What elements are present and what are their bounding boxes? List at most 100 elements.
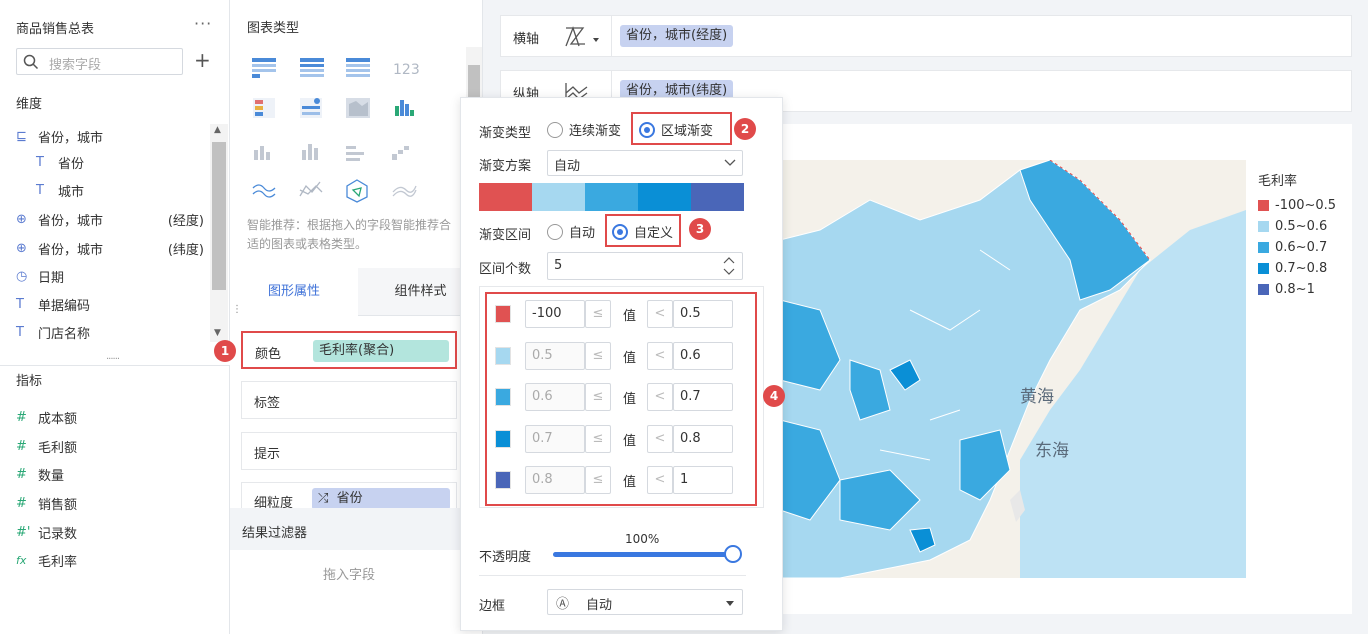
legend-item[interactable]: 0.8~1 <box>1258 279 1336 300</box>
dim-item-latitude[interactable]: ⊕ 省份，城市 (纬度) <box>16 234 210 262</box>
range-row: -100 ≤ 值 < 0.5 <box>495 300 743 342</box>
legend-item[interactable]: 0.5~0.6 <box>1258 216 1336 237</box>
legend-item[interactable]: 0.7~0.8 <box>1258 258 1336 279</box>
color-property[interactable]: 颜色 毛利率(聚合) <box>241 331 457 369</box>
search-placeholder: 搜索字段 <box>49 58 102 73</box>
measure-item-cost[interactable]: # 成本额 <box>16 403 210 432</box>
op-le[interactable]: ≤ <box>585 383 611 411</box>
search-field[interactable]: 搜索字段 <box>16 48 183 75</box>
granularity-field-pill[interactable]: ⤮ 省份 <box>312 488 450 510</box>
filter-drop-zone[interactable]: 拖入字段 <box>241 553 457 623</box>
range-from-input: 0.5 <box>525 342 585 370</box>
gradient-scheme-select[interactable]: 自动 <box>547 150 743 176</box>
scroll-up-icon[interactable]: ▲ <box>214 125 221 135</box>
range-color-swatch[interactable] <box>495 471 511 489</box>
scheme-color-block <box>585 183 638 211</box>
dim-item-store-name[interactable]: T 门店名称 <box>16 318 210 346</box>
map-legend: 毛利率 -100~0.5 0.5~0.6 0.6~0.7 0.7~0.8 0.8… <box>1258 170 1336 300</box>
tab-graphic-properties[interactable]: 图形属性 <box>230 268 358 316</box>
range-to-input[interactable]: 1 <box>673 466 733 494</box>
dim-item-doc-code[interactable]: T 单据编码 <box>16 290 210 318</box>
range-count-input[interactable]: 5 <box>547 252 743 280</box>
text-field-icon: T <box>36 182 44 198</box>
range-color-swatch[interactable] <box>495 347 511 365</box>
property-tabs: 图形属性 组件样式 <box>230 268 483 316</box>
radio-range-custom[interactable]: 自定义 <box>612 222 673 241</box>
color-field-pill[interactable]: 毛利率(聚合) <box>313 340 449 362</box>
measure-item-sales[interactable]: # 销售额 <box>16 489 210 518</box>
gradient-type-label: 渐变类型 <box>479 126 532 141</box>
range-color-swatch[interactable] <box>495 305 511 323</box>
text-field-icon: T <box>16 324 24 340</box>
range-from-input: 0.7 <box>525 425 585 453</box>
chart-type-grid: 123 <box>250 54 440 218</box>
scroll-down-icon[interactable]: ▼ <box>214 328 221 338</box>
granularity-property[interactable]: 细粒度 ⤮ 省份 <box>241 482 457 511</box>
opacity-slider-track[interactable] <box>553 545 742 563</box>
panel-splitter[interactable]: ······ <box>0 352 230 366</box>
stepper-icon[interactable] <box>722 255 736 277</box>
range-from-input[interactable]: -100 <box>525 300 585 328</box>
op-lt[interactable]: < <box>647 383 673 411</box>
range-row: 0.8 ≤ 值 < 1 <box>495 466 743 508</box>
map-regions[interactable]: 黄海 东海 <box>780 160 1246 578</box>
x-axis-type-icon[interactable] <box>563 24 603 50</box>
opacity-label: 不透明度 <box>479 550 532 565</box>
measure-item-gross-profit[interactable]: # 毛利额 <box>16 432 210 460</box>
result-filter-title: 结果过滤器 <box>242 526 308 541</box>
opacity-slider-handle[interactable] <box>724 545 742 563</box>
range-color-swatch[interactable] <box>495 430 511 448</box>
more-icon[interactable]: ··· <box>194 14 212 33</box>
number-field-icon: # <box>16 467 27 482</box>
range-to-input[interactable]: 0.5 <box>673 300 733 328</box>
op-lt[interactable]: < <box>647 342 673 370</box>
value-word: 值 <box>623 475 637 490</box>
border-select[interactable]: Ⓐ 自动 <box>547 589 743 615</box>
legend-item[interactable]: -100~0.5 <box>1258 195 1336 216</box>
dim-item-province[interactable]: T 省份 <box>16 148 210 176</box>
gradient-range-label: 渐变区间 <box>479 228 532 243</box>
drag-handle-icon[interactable]: ⋮ <box>232 305 242 315</box>
range-to-input[interactable]: 0.7 <box>673 383 733 411</box>
measure-item-margin-rate[interactable]: fx 毛利率 <box>16 546 210 575</box>
clock-icon: ◷ <box>16 268 28 284</box>
range-color-swatch[interactable] <box>495 388 511 406</box>
scroll-thumb[interactable] <box>212 142 226 290</box>
legend-swatch <box>1258 284 1269 295</box>
range-count-value: 5 <box>554 258 563 273</box>
measure-item-record-count[interactable]: #' 记录数 <box>16 518 210 546</box>
dim-item-longitude[interactable]: ⊕ 省份，城市 (经度) <box>16 204 210 234</box>
measure-item-quantity[interactable]: # 数量 <box>16 460 210 489</box>
op-le[interactable]: ≤ <box>585 425 611 453</box>
radio-region-gradient[interactable]: 区域渐变 <box>639 120 713 139</box>
radio-selected-icon <box>639 121 655 138</box>
radio-continuous-gradient[interactable]: 连续渐变 <box>547 120 621 139</box>
op-lt[interactable]: < <box>647 300 673 328</box>
china-region-map[interactable]: 黄海 东海 <box>780 160 1246 578</box>
legend-swatch <box>1258 263 1269 274</box>
chart-type-icons[interactable]: 123 <box>250 54 440 214</box>
drag-handle-icon[interactable]: ······ <box>106 354 120 365</box>
add-field-button[interactable]: + <box>194 50 211 70</box>
dim-item-province-city[interactable]: ⊑ 省份，城市 <box>16 124 210 148</box>
gradient-scheme-preview[interactable] <box>479 183 744 211</box>
record-count-icon: #' <box>16 524 31 540</box>
dim-item-city[interactable]: T 城市 <box>16 176 210 204</box>
smart-recommend-hint: 智能推荐：根据拖入的字段智能推荐合适的图表或表格类型。 <box>247 218 452 251</box>
number-field-icon: # <box>16 496 27 511</box>
op-lt[interactable]: < <box>647 425 673 453</box>
range-to-input[interactable]: 0.8 <box>673 425 733 453</box>
label-property[interactable]: 标签 <box>241 381 457 419</box>
x-axis-field-pill[interactable]: 省份，城市(经度) <box>620 25 734 47</box>
op-le[interactable]: ≤ <box>585 342 611 370</box>
op-le[interactable]: ≤ <box>585 300 611 328</box>
tooltip-property[interactable]: 提示 <box>241 432 457 470</box>
radio-range-auto[interactable]: 自动 <box>547 222 595 241</box>
dimension-scrollbar[interactable]: ▲ ▼ <box>210 124 228 342</box>
result-filter-header: 结果过滤器 <box>230 508 483 550</box>
dim-item-date[interactable]: ◷ 日期 <box>16 262 210 290</box>
op-lt[interactable]: < <box>647 466 673 494</box>
legend-item[interactable]: 0.6~0.7 <box>1258 237 1336 258</box>
op-le[interactable]: ≤ <box>585 466 611 494</box>
range-to-input[interactable]: 0.6 <box>673 342 733 370</box>
